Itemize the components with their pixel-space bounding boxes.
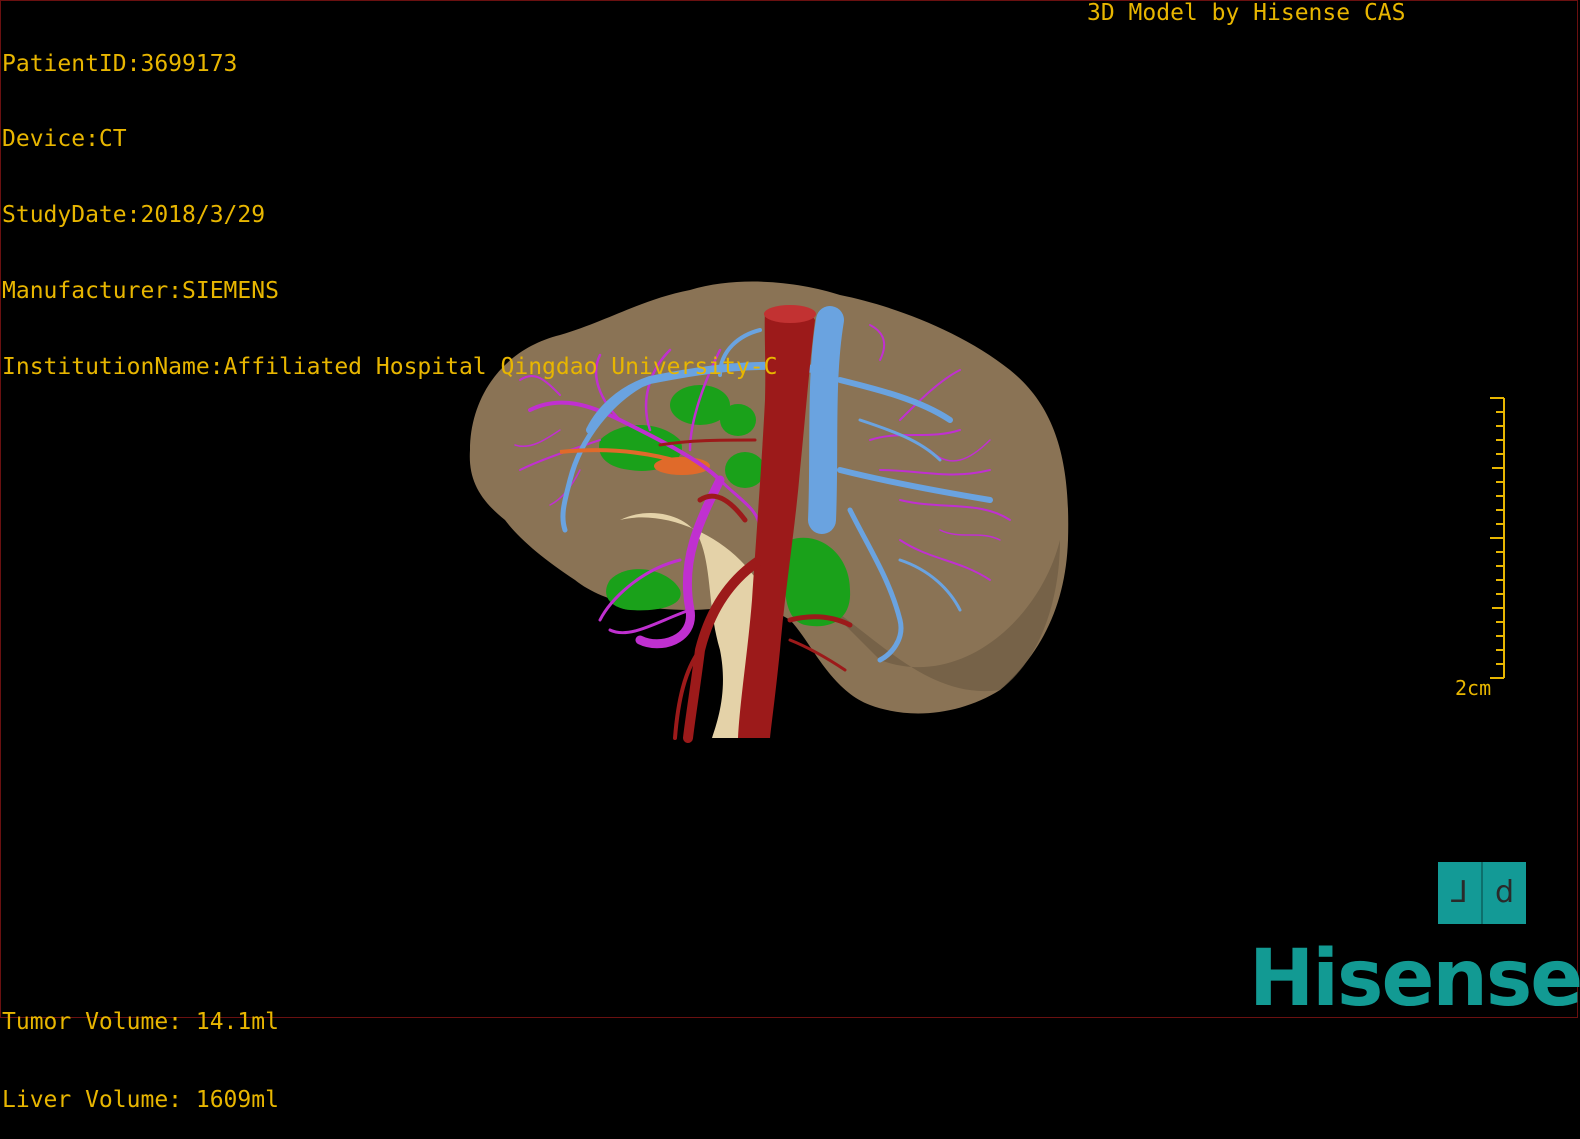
orientation-right-face-icon: d — [1494, 875, 1515, 910]
volume-overlay: Tumor Volume: 14.1ml Liver Volume: 1609m… — [2, 957, 279, 1139]
model-credit-text: 3D Model by Hisense CAS — [1087, 0, 1406, 26]
scale-bar-label: 2cm — [1455, 676, 1492, 700]
study-date-text: StudyDate:2018/3/29 — [2, 202, 266, 229]
orientation-left-face-icon: ⅃ — [1451, 875, 1468, 910]
patient-id-text: PatientID:3699173 — [2, 50, 238, 77]
tumor-volume-text: Tumor Volume: 14.1ml — [2, 1009, 279, 1035]
orientation-cube[interactable]: ⅃ d — [1438, 862, 1526, 924]
liver-volume-text: Liver Volume: 1609ml — [2, 1087, 279, 1113]
hisense-logo: Hisense — [1249, 934, 1580, 1024]
manufacturer-text: Manufacturer:SIEMENS — [2, 278, 279, 305]
dicom-info-overlay: PatientID:3699173 Device:CT StudyDate:20… — [2, 1, 777, 406]
scale-bar — [1490, 397, 1505, 679]
institution-text: InstitutionName:Affiliated Hospital Qing… — [2, 354, 778, 381]
device-text: Device:CT — [2, 126, 127, 153]
